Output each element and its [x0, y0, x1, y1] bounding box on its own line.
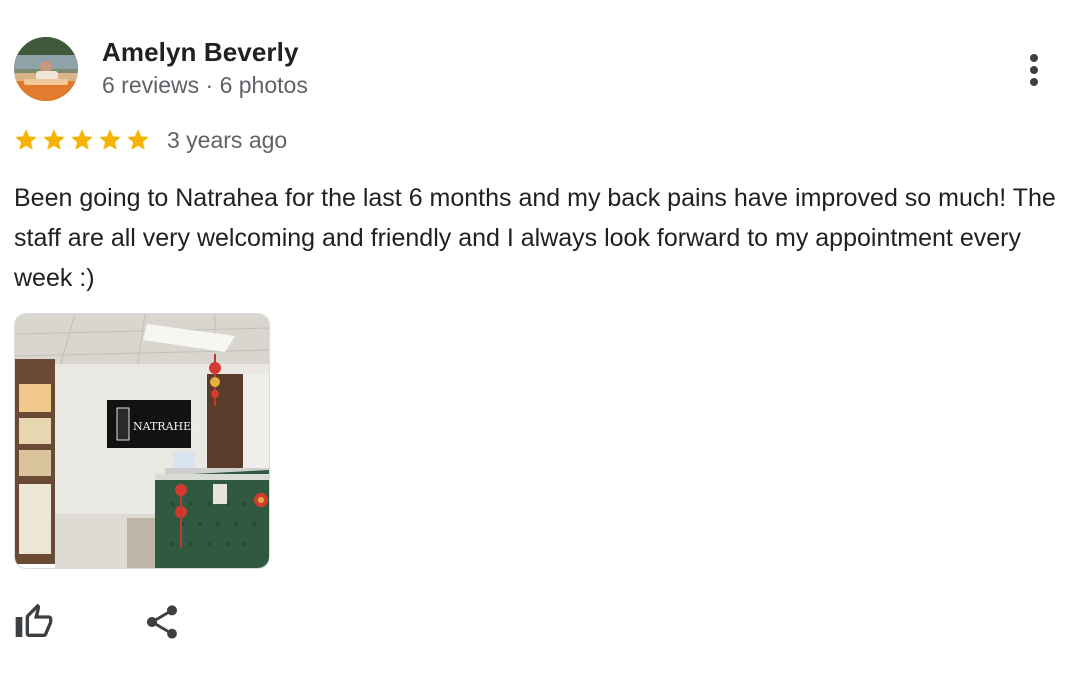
more-vert-icon — [1030, 54, 1038, 62]
star-rating — [13, 127, 151, 153]
share-icon — [147, 605, 177, 639]
review-photo[interactable]: NATRAHEA — [14, 313, 270, 569]
more-options-button[interactable] — [1014, 48, 1054, 92]
avatar[interactable] — [14, 37, 78, 101]
rating-row: 3 years ago — [13, 124, 287, 156]
share-button[interactable] — [140, 600, 184, 644]
more-vert-icon-dot — [1030, 78, 1038, 86]
star-icon — [99, 129, 121, 150]
review-text: Been going to Natrahea for the last 6 mo… — [14, 184, 1056, 292]
star-icon — [71, 129, 93, 150]
author-name[interactable]: Amelyn Beverly — [102, 37, 299, 68]
review-card: Amelyn Beverly 6 reviews · 6 photos 3 ye… — [0, 0, 1072, 674]
star-icon — [127, 129, 149, 150]
thumb-up-icon — [15, 603, 53, 637]
sign-text: NATRAHEA — [133, 420, 200, 433]
author-meta[interactable]: 6 reviews · 6 photos — [102, 72, 308, 99]
review-date: 3 years ago — [167, 126, 288, 153]
like-button[interactable] — [12, 600, 56, 644]
star-icon — [15, 129, 37, 150]
star-icon — [43, 129, 65, 150]
more-vert-icon-dot — [1030, 66, 1038, 74]
